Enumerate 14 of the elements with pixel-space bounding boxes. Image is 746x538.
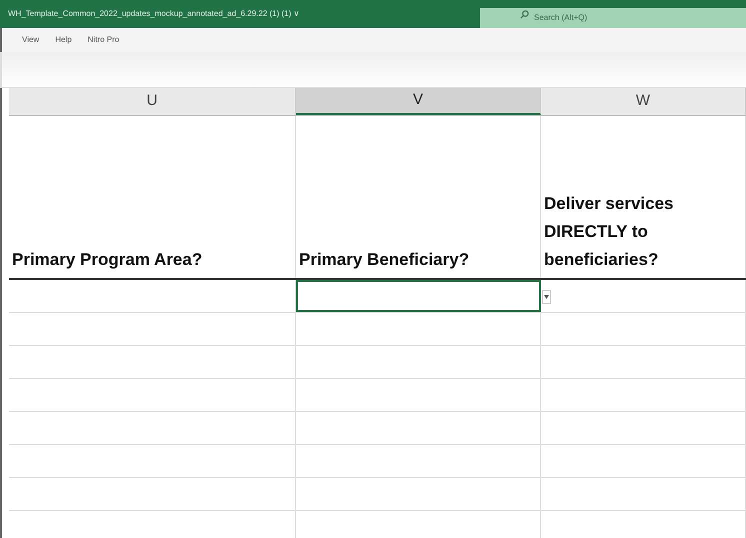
dropdown-button[interactable] bbox=[542, 290, 551, 304]
table-cell-text: Primary Beneficiary? bbox=[299, 249, 470, 271]
column-header[interactable]: U bbox=[9, 88, 296, 115]
menu-item[interactable]: Nitro Pro bbox=[88, 34, 120, 46]
table-cell-text: Deliver services DIRECTLY to beneficiaries? bbox=[544, 193, 674, 271]
search-icon bbox=[520, 10, 529, 19]
column-header[interactable]: V bbox=[296, 88, 541, 115]
table-cell-text: Primary Program Area? bbox=[12, 249, 202, 271]
search-field[interactable]: Search (Alt+Q) bbox=[480, 8, 746, 28]
menu-item[interactable]: Help bbox=[55, 34, 72, 46]
menu-item[interactable]: View bbox=[22, 34, 40, 46]
column-header[interactable]: W bbox=[541, 88, 746, 115]
caret-icon bbox=[544, 295, 549, 299]
window-title: WH_Template_Common_2022_updates_mockup_annotated_ad_6.29.22 (1) (1) ∨ bbox=[7, 8, 301, 20]
